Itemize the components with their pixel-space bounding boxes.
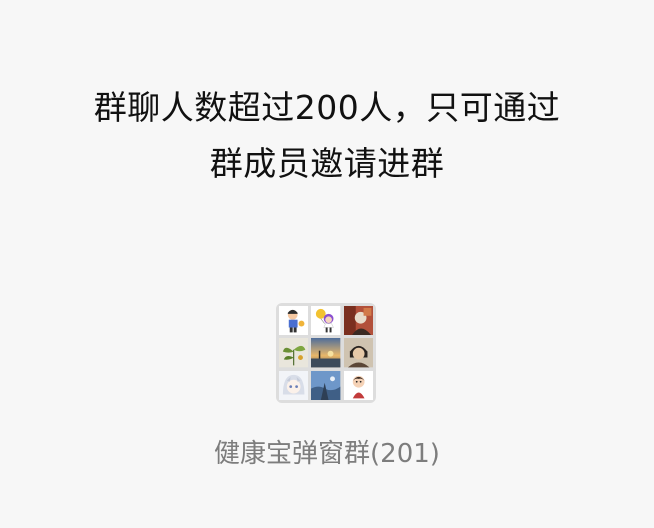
group-name[interactable]: 健康宝弹窗群(201)	[0, 434, 654, 474]
cartoon-girl-balloon-avatar-icon	[311, 306, 341, 336]
blue-sky-avatar-icon	[311, 370, 341, 400]
cartoon-child-avatar-icon	[343, 370, 373, 400]
sunset-avatar-icon	[311, 338, 341, 368]
notice-text-line-2: 群成员邀请进群	[209, 144, 445, 183]
join-group-page: 群聊人数超过200人，只可通过 群成员邀请进群 健康宝弹窗群(201)	[0, 0, 654, 528]
plant-avatar-icon	[279, 338, 309, 368]
cartoon-boy-avatar-icon	[279, 306, 309, 336]
painting-avatar-icon	[343, 306, 373, 336]
anime-girl-avatar-icon	[279, 370, 309, 400]
notice-text-line-1: 群聊人数超过200人，只可通过	[93, 88, 561, 127]
group-avatar[interactable]	[276, 303, 376, 403]
portrait-avatar-icon	[343, 338, 373, 368]
